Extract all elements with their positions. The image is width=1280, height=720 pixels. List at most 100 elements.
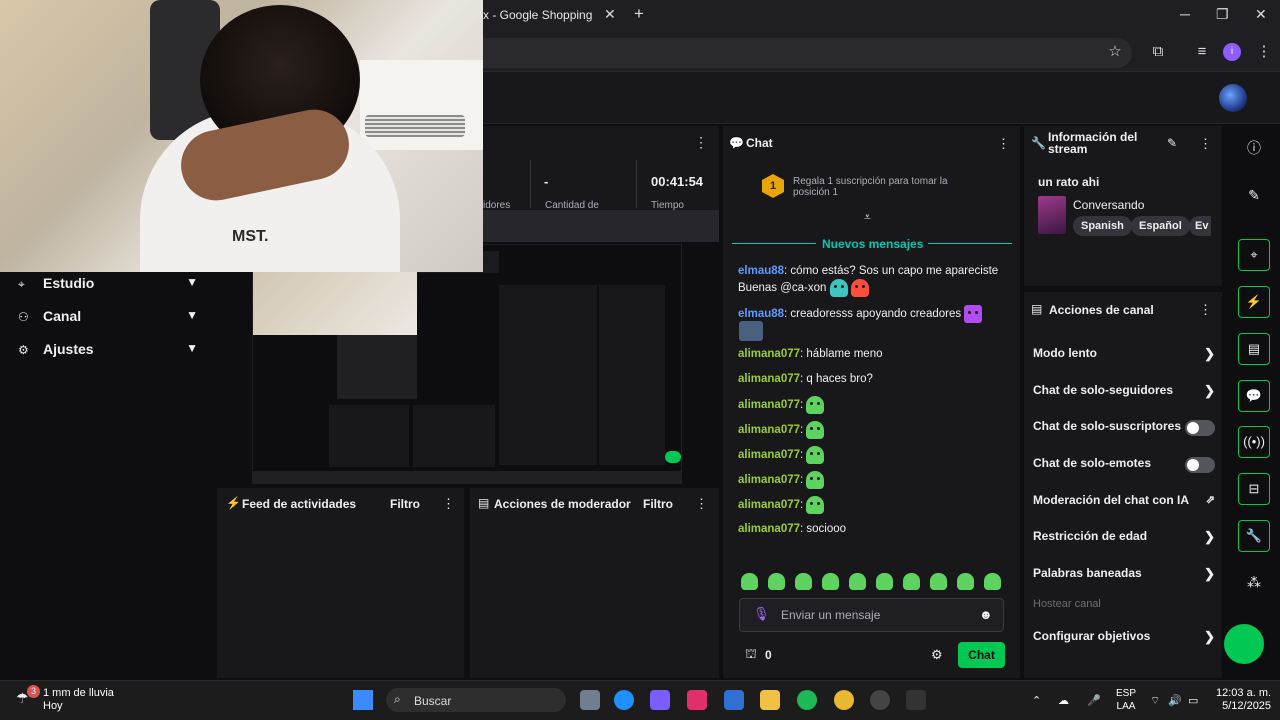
minimize-button[interactable]: ─: [1180, 6, 1190, 22]
emote-picker-item[interactable]: [876, 573, 893, 590]
chat-username[interactable]: alimana077: [738, 348, 800, 360]
action-followers-only[interactable]: Chat de solo-seguidores ❯: [1033, 383, 1215, 403]
chrome-icon[interactable]: [834, 690, 854, 710]
taskbar-clock[interactable]: 12:03 a. m. 5/12/2025: [1216, 687, 1271, 713]
stats-more-icon[interactable]: ⋮: [694, 134, 708, 151]
browser-menu-icon[interactable]: ⋮: [1254, 42, 1274, 62]
tray-chevron-icon[interactable]: ⌃: [1032, 694, 1041, 707]
pencil-icon[interactable]: ✎: [1238, 179, 1270, 211]
address-bar[interactable]: [480, 38, 1132, 68]
mod-actions-filter[interactable]: Filtro: [643, 497, 673, 511]
volume-icon[interactable]: 🔊: [1168, 694, 1182, 707]
file-explorer-icon[interactable]: [760, 690, 780, 710]
extensions-icon[interactable]: ⧉: [1148, 42, 1168, 62]
emote-picker-item[interactable]: [957, 573, 974, 590]
task-view-icon[interactable]: [580, 690, 600, 710]
chat-send-button[interactable]: Chat: [958, 642, 1005, 668]
info-more-icon[interactable]: ⋮: [1199, 136, 1212, 152]
chat-username[interactable]: elmau88: [738, 265, 784, 277]
info-icon[interactable]: ⓘ: [1238, 132, 1270, 164]
layout-rail-icon[interactable]: ⊟: [1238, 473, 1270, 505]
share-icon[interactable]: ⁂: [1238, 566, 1270, 598]
edit-pencil-icon[interactable]: ✎: [1167, 136, 1177, 150]
chat-username[interactable]: alimana077: [738, 373, 800, 385]
emotes-only-toggle[interactable]: [1185, 457, 1215, 473]
emoji-picker-icon[interactable]: ☻: [979, 607, 993, 622]
onedrive-icon[interactable]: ☁: [1058, 694, 1069, 707]
action-subscribers-only[interactable]: Chat de solo-suscriptores: [1033, 419, 1215, 439]
document-rail-icon[interactable]: ▤: [1238, 333, 1270, 365]
subscribers-only-toggle[interactable]: [1185, 420, 1215, 436]
chat-username[interactable]: alimana077: [738, 499, 800, 511]
nav-item-studio[interactable]: ⌖ Estudio ▼: [18, 273, 198, 297]
mod-more-icon[interactable]: ⋮: [695, 496, 708, 512]
media-control-icon[interactable]: ≡: [1192, 42, 1212, 62]
tag-chip[interactable]: Ev: [1189, 216, 1211, 236]
emote-picker-item[interactable]: [741, 573, 758, 590]
wrench-rail-icon[interactable]: 🔧: [1238, 520, 1270, 552]
maximize-button[interactable]: ❐: [1216, 6, 1229, 23]
channel-points-icon[interactable]: ⛫: [745, 646, 757, 664]
tag-chip[interactable]: Español: [1131, 216, 1190, 236]
spotify-icon[interactable]: [797, 690, 817, 710]
taskbar-search[interactable]: [386, 688, 566, 712]
tag-chip[interactable]: Spanish: [1073, 216, 1132, 236]
lightning-rail-icon[interactable]: ⚡: [1238, 286, 1270, 318]
microphone-icon[interactable]: 🎙: [753, 606, 770, 622]
battery-icon[interactable]: ▭: [1188, 694, 1198, 707]
emote-picker-item[interactable]: [903, 573, 920, 590]
user-avatar[interactable]: [1219, 84, 1247, 112]
action-emotes-only[interactable]: Chat de solo-emotes: [1033, 456, 1215, 476]
nav-item-channel[interactable]: ⚇ Canal ▼: [18, 306, 198, 330]
chat-username[interactable]: alimana077: [738, 424, 800, 436]
weather-widget[interactable]: 1 mm de lluvia Hoy: [43, 687, 114, 713]
activity-feed-filter[interactable]: Filtro: [390, 497, 420, 511]
action-age-restriction[interactable]: Restricción de edad ❯: [1033, 529, 1215, 549]
emote-picker-item[interactable]: [930, 573, 947, 590]
emote-picker-item[interactable]: [822, 573, 839, 590]
broadcast-rail-icon[interactable]: ((•)): [1238, 426, 1270, 458]
edge-icon[interactable]: [614, 690, 634, 710]
chat-username[interactable]: elmau88: [738, 308, 784, 320]
close-window-button[interactable]: ✕: [1255, 6, 1267, 23]
stream-preview[interactable]: [252, 244, 682, 484]
chat-username[interactable]: alimana077: [738, 449, 800, 461]
store-icon[interactable]: [724, 690, 744, 710]
obs-icon[interactable]: [870, 690, 890, 710]
feed-more-icon[interactable]: ⋮: [442, 496, 455, 512]
chat-username[interactable]: alimana077: [738, 474, 800, 486]
action-slow-mode[interactable]: Modo lento ❯: [1033, 346, 1215, 366]
language-indicator[interactable]: ESP LAA: [1116, 687, 1136, 713]
actions-more-icon[interactable]: ⋮: [1199, 302, 1212, 318]
emote-picker-item[interactable]: [984, 573, 1001, 590]
action-banned-words[interactable]: Palabras baneadas ❯: [1033, 566, 1215, 586]
action-ai-moderation[interactable]: Moderación del chat con IA ⇗: [1033, 493, 1215, 513]
microphone-tray-icon[interactable]: 🎤: [1087, 694, 1101, 707]
chat-username[interactable]: alimana077: [738, 523, 800, 535]
copilot-icon[interactable]: [650, 690, 670, 710]
wifi-icon[interactable]: ⌔: [1150, 694, 1160, 708]
collapse-icon[interactable]: ⩡: [864, 210, 871, 225]
tab-close-icon[interactable]: ✕: [604, 6, 616, 23]
action-goals[interactable]: Configurar objetivos ❯: [1033, 629, 1215, 649]
chat-more-icon[interactable]: ⋮: [997, 136, 1010, 152]
emote-icon: [739, 321, 763, 341]
emote-picker-item[interactable]: [795, 573, 812, 590]
notion-icon[interactable]: [906, 690, 926, 710]
emote-picker-item[interactable]: [849, 573, 866, 590]
chat-rail-icon[interactable]: 💬: [1238, 380, 1270, 412]
instagram-icon[interactable]: [687, 690, 707, 710]
studio-rail-icon[interactable]: ⌖: [1238, 239, 1270, 271]
assistant-bubble-icon[interactable]: [1224, 624, 1264, 664]
nav-item-settings[interactable]: ⚙ Ajustes ▼: [18, 339, 198, 363]
new-tab-button[interactable]: +: [634, 4, 644, 24]
chat-username[interactable]: alimana077: [738, 399, 800, 411]
emote-picker-item[interactable]: [768, 573, 785, 590]
windows-start-icon[interactable]: [353, 690, 373, 710]
chat-message: alimana077: sociooo: [738, 521, 1008, 537]
profile-avatar[interactable]: i: [1223, 43, 1241, 61]
bookmark-star-icon[interactable]: ☆: [1105, 42, 1125, 62]
stream-category[interactable]: Conversando: [1073, 198, 1144, 212]
chat-settings-icon[interactable]: ⚙: [931, 647, 943, 663]
browser-tab-title[interactable]: x - Google Shopping: [483, 8, 592, 22]
